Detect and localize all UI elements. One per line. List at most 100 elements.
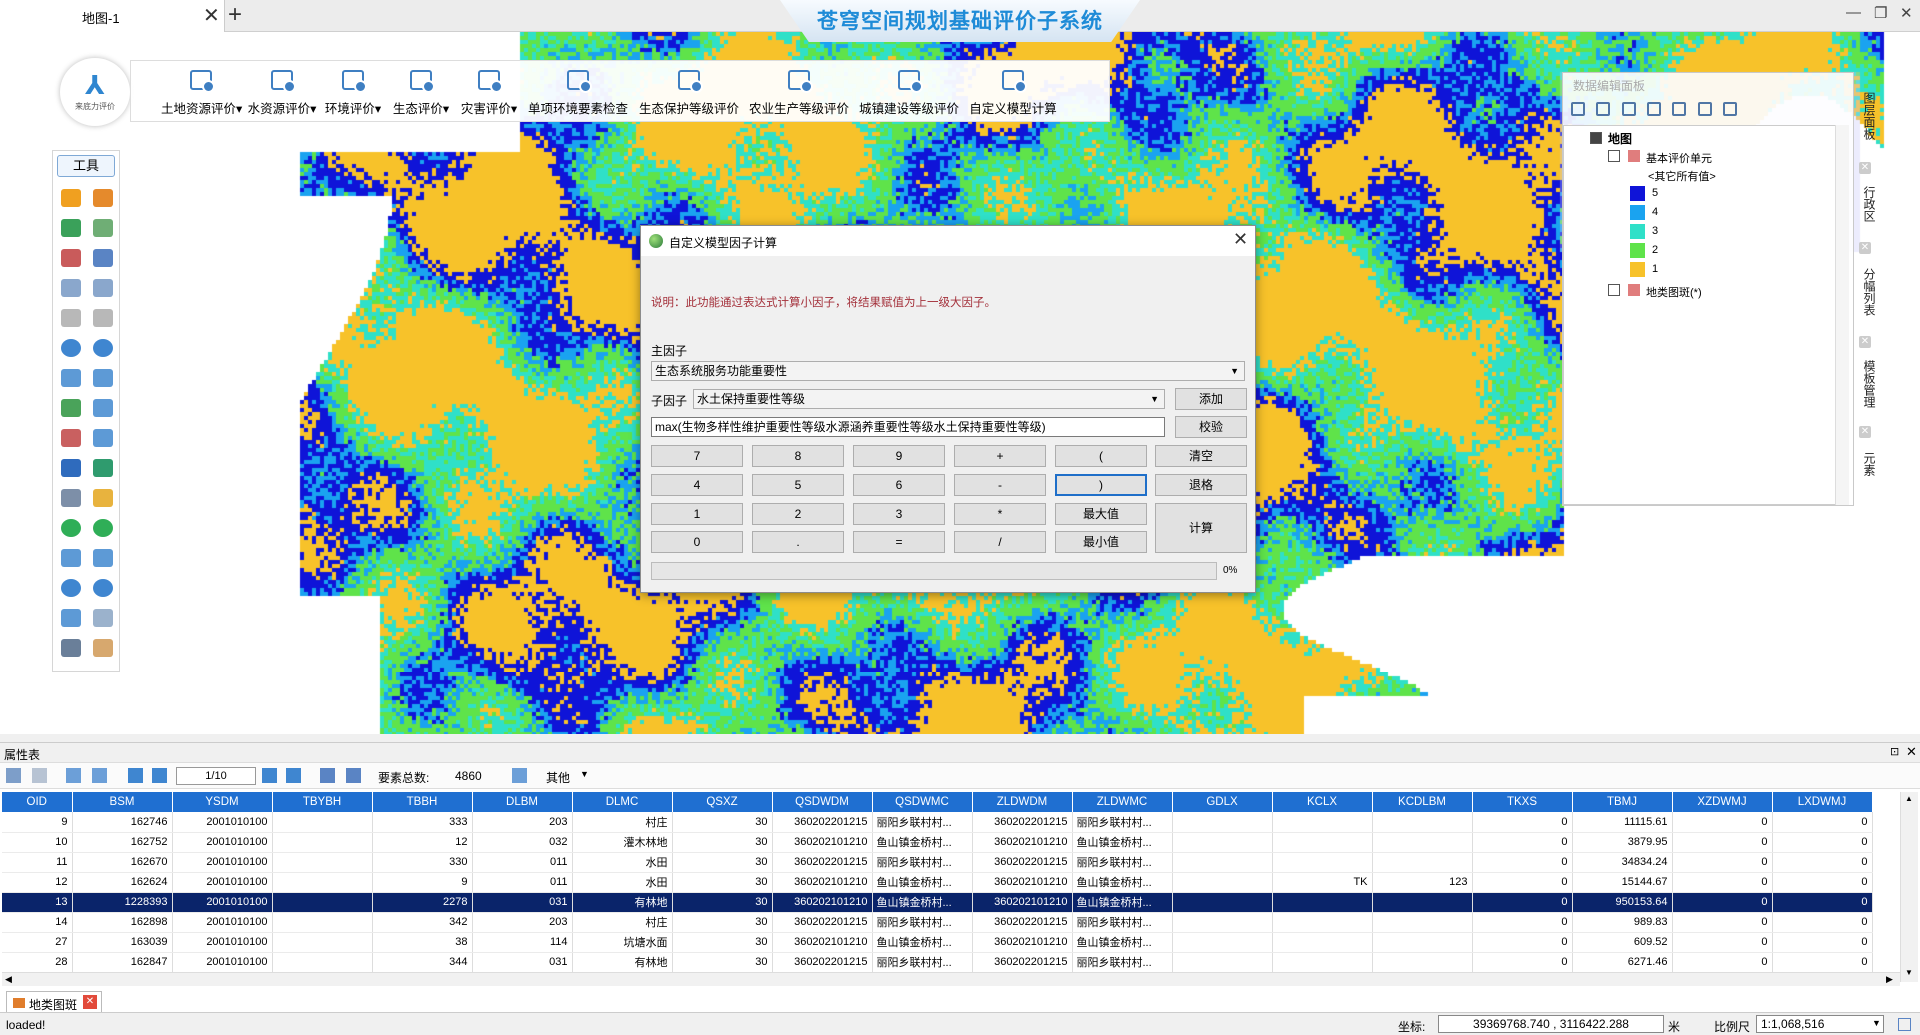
key-divide[interactable]: / (954, 531, 1046, 553)
table-row[interactable]: 12 162624 2001010100 9 011 水田 30 360202101210 鱼山… (2, 872, 1873, 893)
sub-factor-select[interactable]: 水土保持重要性等级 ▼ (693, 389, 1165, 409)
max-button[interactable]: 最大值 (1055, 503, 1147, 525)
filter-icon[interactable] (512, 768, 527, 783)
paste-icon[interactable] (93, 279, 113, 297)
chevron-down-icon[interactable]: ▼ (580, 769, 589, 779)
scroll-down-icon[interactable]: ▼ (1905, 968, 1913, 977)
pin-icon[interactable]: ⊡ (1890, 745, 1899, 758)
table-row[interactable]: 10 162752 2001010100 12 032 灌木林地 30 36020210121… (2, 832, 1873, 853)
side-tab-elements[interactable]: 元素 (1854, 452, 1876, 476)
add-button[interactable]: 添加 (1175, 388, 1247, 410)
copy-icon[interactable] (61, 279, 81, 297)
compute-button[interactable]: 计算 (1155, 503, 1247, 553)
side-close-icon[interactable]: ✕ (1859, 426, 1871, 438)
ribbon-single-env-check[interactable]: 单项环境要素检查 (527, 61, 629, 123)
export-icon[interactable] (1723, 102, 1738, 116)
layers-icon[interactable] (61, 459, 81, 477)
root-checkbox[interactable] (1590, 132, 1602, 144)
measure-icon[interactable] (93, 369, 113, 387)
scroll-left-icon[interactable]: ◀ (5, 974, 12, 985)
layer-base-unit[interactable]: 基本评价单元 (1646, 150, 1712, 166)
column-header-xzdwmj[interactable]: XZDWMJ (1672, 792, 1773, 812)
add-layer-icon[interactable] (61, 399, 81, 417)
refresh-icon[interactable] (93, 579, 113, 597)
ribbon-eco-eval[interactable]: 生态评价▾ (389, 61, 453, 123)
edit-table-icon[interactable] (6, 768, 21, 783)
list-icon[interactable] (93, 189, 113, 207)
column-header-gdlx[interactable]: GDLX (1172, 792, 1273, 812)
table-row[interactable]: 14 162898 2001010100 342 203 村庄 30 360202201215… (2, 912, 1873, 933)
column-header-dlmc[interactable]: DLMC (572, 792, 673, 812)
info-icon[interactable] (61, 339, 81, 357)
side-tab-templates[interactable]: 模板管理 (1854, 360, 1876, 408)
column-header-tbmj[interactable]: TBMJ (1572, 792, 1673, 812)
key-open-paren[interactable]: ( (1055, 445, 1147, 467)
scroll-right-icon[interactable]: ▶ (1886, 974, 1893, 985)
page-input[interactable]: 1/10 (176, 767, 256, 785)
home-icon[interactable] (1647, 102, 1662, 116)
min-button[interactable]: 最小值 (1055, 531, 1147, 553)
last-page-icon[interactable] (286, 768, 301, 783)
dialog-close-icon[interactable]: ✕ (1233, 229, 1248, 250)
group-icon[interactable] (1621, 102, 1636, 116)
table-row[interactable]: 27 163039 2001010100 38 114 坑塘水面 30 36020210121… (2, 932, 1873, 953)
table-row[interactable]: 28 162847 2001010100 344 031 有林地 30 36020220121… (2, 952, 1873, 972)
folder-icon[interactable] (93, 489, 113, 507)
scroll-up-icon[interactable]: ▲ (1905, 794, 1913, 803)
other-dropdown[interactable]: 其他 (546, 769, 570, 786)
table-horizontal-scrollbar[interactable]: ◀ ▶ (2, 972, 1900, 986)
clear-button[interactable]: 清空 (1155, 445, 1247, 467)
prev-page-icon[interactable] (152, 768, 167, 783)
select-icon[interactable] (93, 249, 113, 267)
column-header-qsdwdm[interactable]: QSDWDM (772, 792, 873, 812)
column-header-qsxz[interactable]: QSXZ (672, 792, 773, 812)
save-icon[interactable] (61, 219, 81, 237)
tab-land-parcel[interactable]: 地类图斑 ✕ (6, 991, 102, 1013)
side-tab-sheets[interactable]: 分幅列表 (1854, 268, 1876, 316)
full-extent-icon[interactable] (61, 549, 81, 567)
maximize-icon[interactable]: ❐ (1874, 4, 1887, 22)
save-table-icon[interactable] (32, 768, 47, 783)
key-7[interactable]: 7 (651, 445, 743, 467)
add-tab-icon[interactable]: + (228, 1, 242, 29)
main-factor-select[interactable]: 生态系统服务功能重要性 ▼ (651, 361, 1245, 381)
layer1-checkbox[interactable] (1608, 150, 1620, 162)
column-header-zldwmc[interactable]: ZLDWMC (1072, 792, 1173, 812)
key-8[interactable]: 8 (752, 445, 844, 467)
column-header-kclx[interactable]: KCLX (1272, 792, 1373, 812)
validate-button[interactable]: 校验 (1175, 416, 1247, 438)
ribbon-water-eval[interactable]: 水资源评价▾ (245, 61, 319, 123)
ribbon-eco-protect-grade[interactable]: 生态保护等级评价 (637, 61, 741, 123)
tab-close-icon[interactable]: ✕ (203, 3, 220, 28)
key-dot[interactable]: . (752, 531, 844, 553)
side-close-icon[interactable]: ✕ (1859, 336, 1871, 348)
prev-extent-icon[interactable] (61, 609, 81, 627)
zoom-in-icon[interactable] (61, 519, 81, 537)
key-6[interactable]: 6 (853, 474, 945, 496)
side-close-icon[interactable]: ✕ (1859, 242, 1871, 254)
column-header-tbybh[interactable]: TBYBH (272, 792, 373, 812)
column-header-lxdwmj[interactable]: LXDWMJ (1772, 792, 1873, 812)
column-header-tkxs[interactable]: TKXS (1472, 792, 1573, 812)
dialog-header[interactable]: 自定义模型因子计算 ✕ (641, 226, 1255, 256)
ribbon-env-eval[interactable]: 环境评价▾ (321, 61, 385, 123)
table-row[interactable]: 9 162746 2001010100 333 203 村庄 30 360202201215 丽… (2, 812, 1873, 833)
scale-select[interactable]: 1:1,068,516 (1756, 1015, 1884, 1033)
undo-icon[interactable] (61, 309, 81, 327)
column-header-dlbm[interactable]: DLBM (472, 792, 573, 812)
key-equals[interactable]: = (853, 531, 945, 553)
grid-view-icon[interactable] (320, 768, 335, 783)
attr-close-icon[interactable]: ✕ (1906, 744, 1917, 760)
pan-hand-icon[interactable] (93, 639, 113, 657)
table-row[interactable]: 11 162670 2001010100 330 011 水田 30 360202201215… (2, 852, 1873, 873)
column-header-qsdwmc[interactable]: QSDWMC (872, 792, 973, 812)
key-1[interactable]: 1 (651, 503, 743, 525)
table-vertical-scrollbar[interactable]: ▲ ▼ (1900, 792, 1918, 982)
column-header-oid[interactable]: OID (2, 792, 73, 812)
column-header-bsm[interactable]: BSM (72, 792, 173, 812)
column-header-tbbh[interactable]: TBBH (372, 792, 473, 812)
layer2-checkbox[interactable] (1608, 284, 1620, 296)
backspace-button[interactable]: 退格 (1155, 474, 1247, 496)
first-page-icon[interactable] (128, 768, 143, 783)
key-plus[interactable]: + (954, 445, 1046, 467)
